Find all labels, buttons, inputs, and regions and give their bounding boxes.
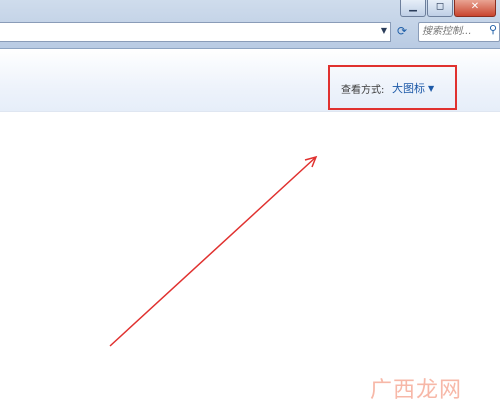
arrow-line	[109, 156, 317, 347]
arrow-annotation	[109, 155, 318, 347]
watermark: 广西龙网	[370, 378, 463, 403]
